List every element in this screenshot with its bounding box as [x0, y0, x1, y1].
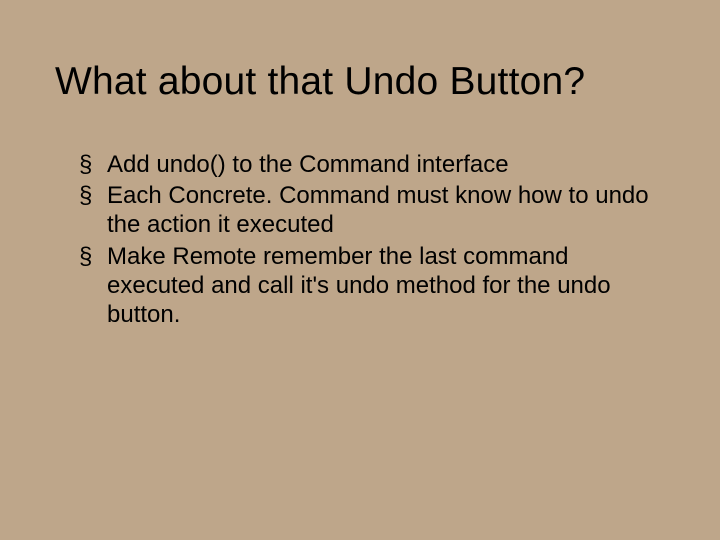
list-item: Add undo() to the Command interface — [79, 150, 665, 179]
slide-title: What about that Undo Button? — [55, 60, 665, 105]
slide: What about that Undo Button? Add undo() … — [0, 0, 720, 540]
bullet-list: Add undo() to the Command interface Each… — [55, 150, 665, 330]
list-item: Make Remote remember the last command ex… — [79, 242, 665, 330]
list-item: Each Concrete. Command must know how to … — [79, 181, 665, 240]
